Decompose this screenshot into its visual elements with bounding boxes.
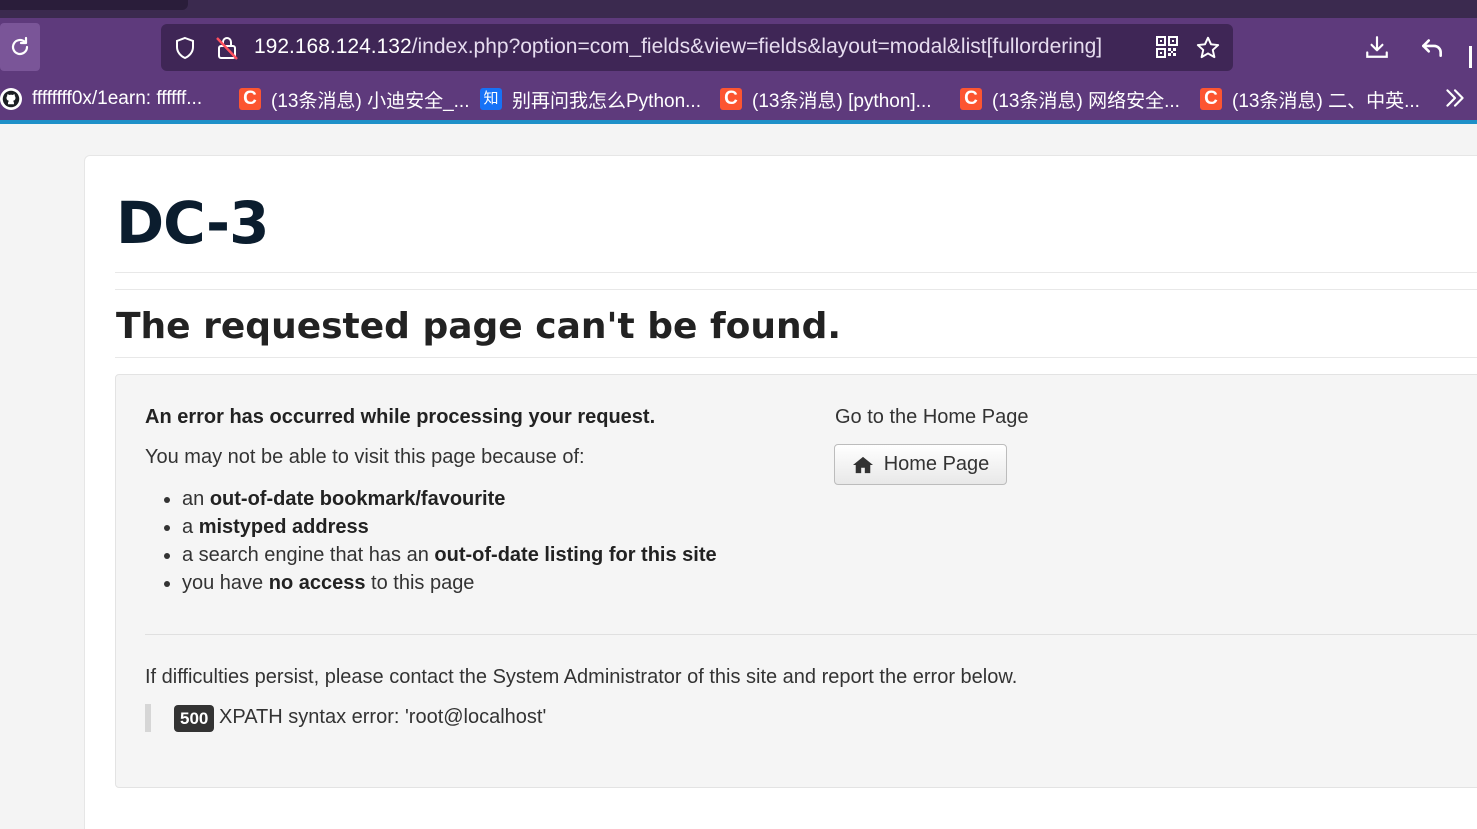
bookmark-label: (13条消息) 二、中英... bbox=[1232, 90, 1420, 112]
csdn-icon: C bbox=[1200, 88, 1222, 110]
undo-icon[interactable] bbox=[1419, 34, 1445, 65]
divider bbox=[115, 272, 1477, 273]
url-path: /index.php?option=com_fields&view=fields… bbox=[411, 35, 1103, 58]
bookmarks-bar: ffffffff0x/1earn: ffffff... C (13条消息) 小迪… bbox=[0, 78, 1477, 120]
qr-code-icon[interactable] bbox=[1155, 35, 1179, 64]
bookmark-label: 别再问我怎么Python... bbox=[512, 90, 701, 112]
bookmark-item[interactable]: ffffffff0x/1earn: ffffff... bbox=[0, 86, 202, 112]
chevron-double-right-icon[interactable] bbox=[1442, 85, 1468, 116]
list-item: you have no access to this page bbox=[164, 569, 717, 597]
url-host: 192.168.124.132 bbox=[254, 35, 412, 58]
goto-home-label: Go to the Home Page bbox=[835, 406, 1029, 428]
home-page-button-label: Home Page bbox=[883, 453, 990, 475]
shield-icon[interactable] bbox=[173, 36, 197, 65]
list-item: an out-of-date bookmark/favourite bbox=[164, 485, 717, 513]
bookmark-item[interactable]: C (13条消息) 二、中英... bbox=[1200, 86, 1420, 112]
home-icon bbox=[852, 456, 873, 473]
bookmark-label: (13条消息) [python]... bbox=[752, 90, 932, 112]
download-icon[interactable] bbox=[1364, 34, 1390, 65]
bookmark-label: (13条消息) 网络安全... bbox=[992, 90, 1180, 112]
list-item: a mistyped address bbox=[164, 513, 717, 541]
csdn-icon: C bbox=[239, 88, 261, 110]
menu-icon[interactable] bbox=[1466, 42, 1477, 72]
github-icon bbox=[0, 88, 22, 110]
contact-admin-text: If difficulties persist, please contact … bbox=[145, 666, 1018, 688]
page-viewport: DC-3 The requested page can't be found. … bbox=[0, 124, 1477, 829]
bookmark-label: (13条消息) 小迪安全_... bbox=[271, 90, 470, 112]
csdn-icon: C bbox=[960, 88, 982, 110]
error-panel: An error has occurred while processing y… bbox=[115, 374, 1477, 788]
tab-strip bbox=[0, 0, 1477, 18]
list-item: a search engine that has an out-of-date … bbox=[164, 541, 717, 569]
home-page-button[interactable]: Home Page bbox=[834, 444, 1007, 485]
bookmark-item[interactable]: C (13条消息) [python]... bbox=[720, 86, 932, 112]
insecure-lock-icon[interactable] bbox=[215, 35, 239, 66]
status-badge: 500 bbox=[174, 705, 215, 732]
bookmark-label: ffffffff0x/1earn: ffffff... bbox=[32, 88, 203, 109]
error-reasons-list: an out-of-date bookmark/favourite a mist… bbox=[164, 485, 717, 597]
url-text[interactable]: 192.168.124.132/index.php?option=com_fie… bbox=[254, 34, 1144, 60]
reload-button[interactable] bbox=[0, 23, 40, 71]
divider bbox=[145, 634, 1477, 635]
bookmark-item[interactable]: C (13条消息) 小迪安全_... bbox=[239, 86, 469, 112]
error-message: XPATH syntax error: 'root@localhost' bbox=[219, 706, 547, 728]
error-reasons-intro: You may not be able to visit this page b… bbox=[145, 446, 585, 468]
active-tab-edge[interactable] bbox=[0, 0, 188, 10]
url-fade bbox=[1101, 32, 1149, 62]
content-container: DC-3 The requested page can't be found. … bbox=[84, 155, 1477, 829]
error-lead: An error has occurred while processing y… bbox=[145, 406, 656, 428]
browser-toolbar: 192.168.124.132/index.php?option=com_fie… bbox=[0, 18, 1477, 78]
bookmark-star-icon[interactable] bbox=[1195, 35, 1221, 66]
reload-icon bbox=[11, 36, 29, 56]
divider bbox=[115, 357, 1477, 358]
page-title: The requested page can't be found. bbox=[116, 306, 842, 347]
bookmark-item[interactable]: 知 别再问我怎么Python... bbox=[480, 86, 701, 112]
zhihu-icon: 知 bbox=[480, 88, 502, 110]
site-title[interactable]: DC-3 bbox=[116, 189, 269, 257]
blockquote-bar bbox=[145, 704, 151, 732]
csdn-icon: C bbox=[720, 88, 742, 110]
bookmark-item[interactable]: C (13条消息) 网络安全... bbox=[960, 86, 1180, 112]
address-bar[interactable]: 192.168.124.132/index.php?option=com_fie… bbox=[161, 24, 1233, 71]
divider bbox=[115, 289, 1477, 290]
